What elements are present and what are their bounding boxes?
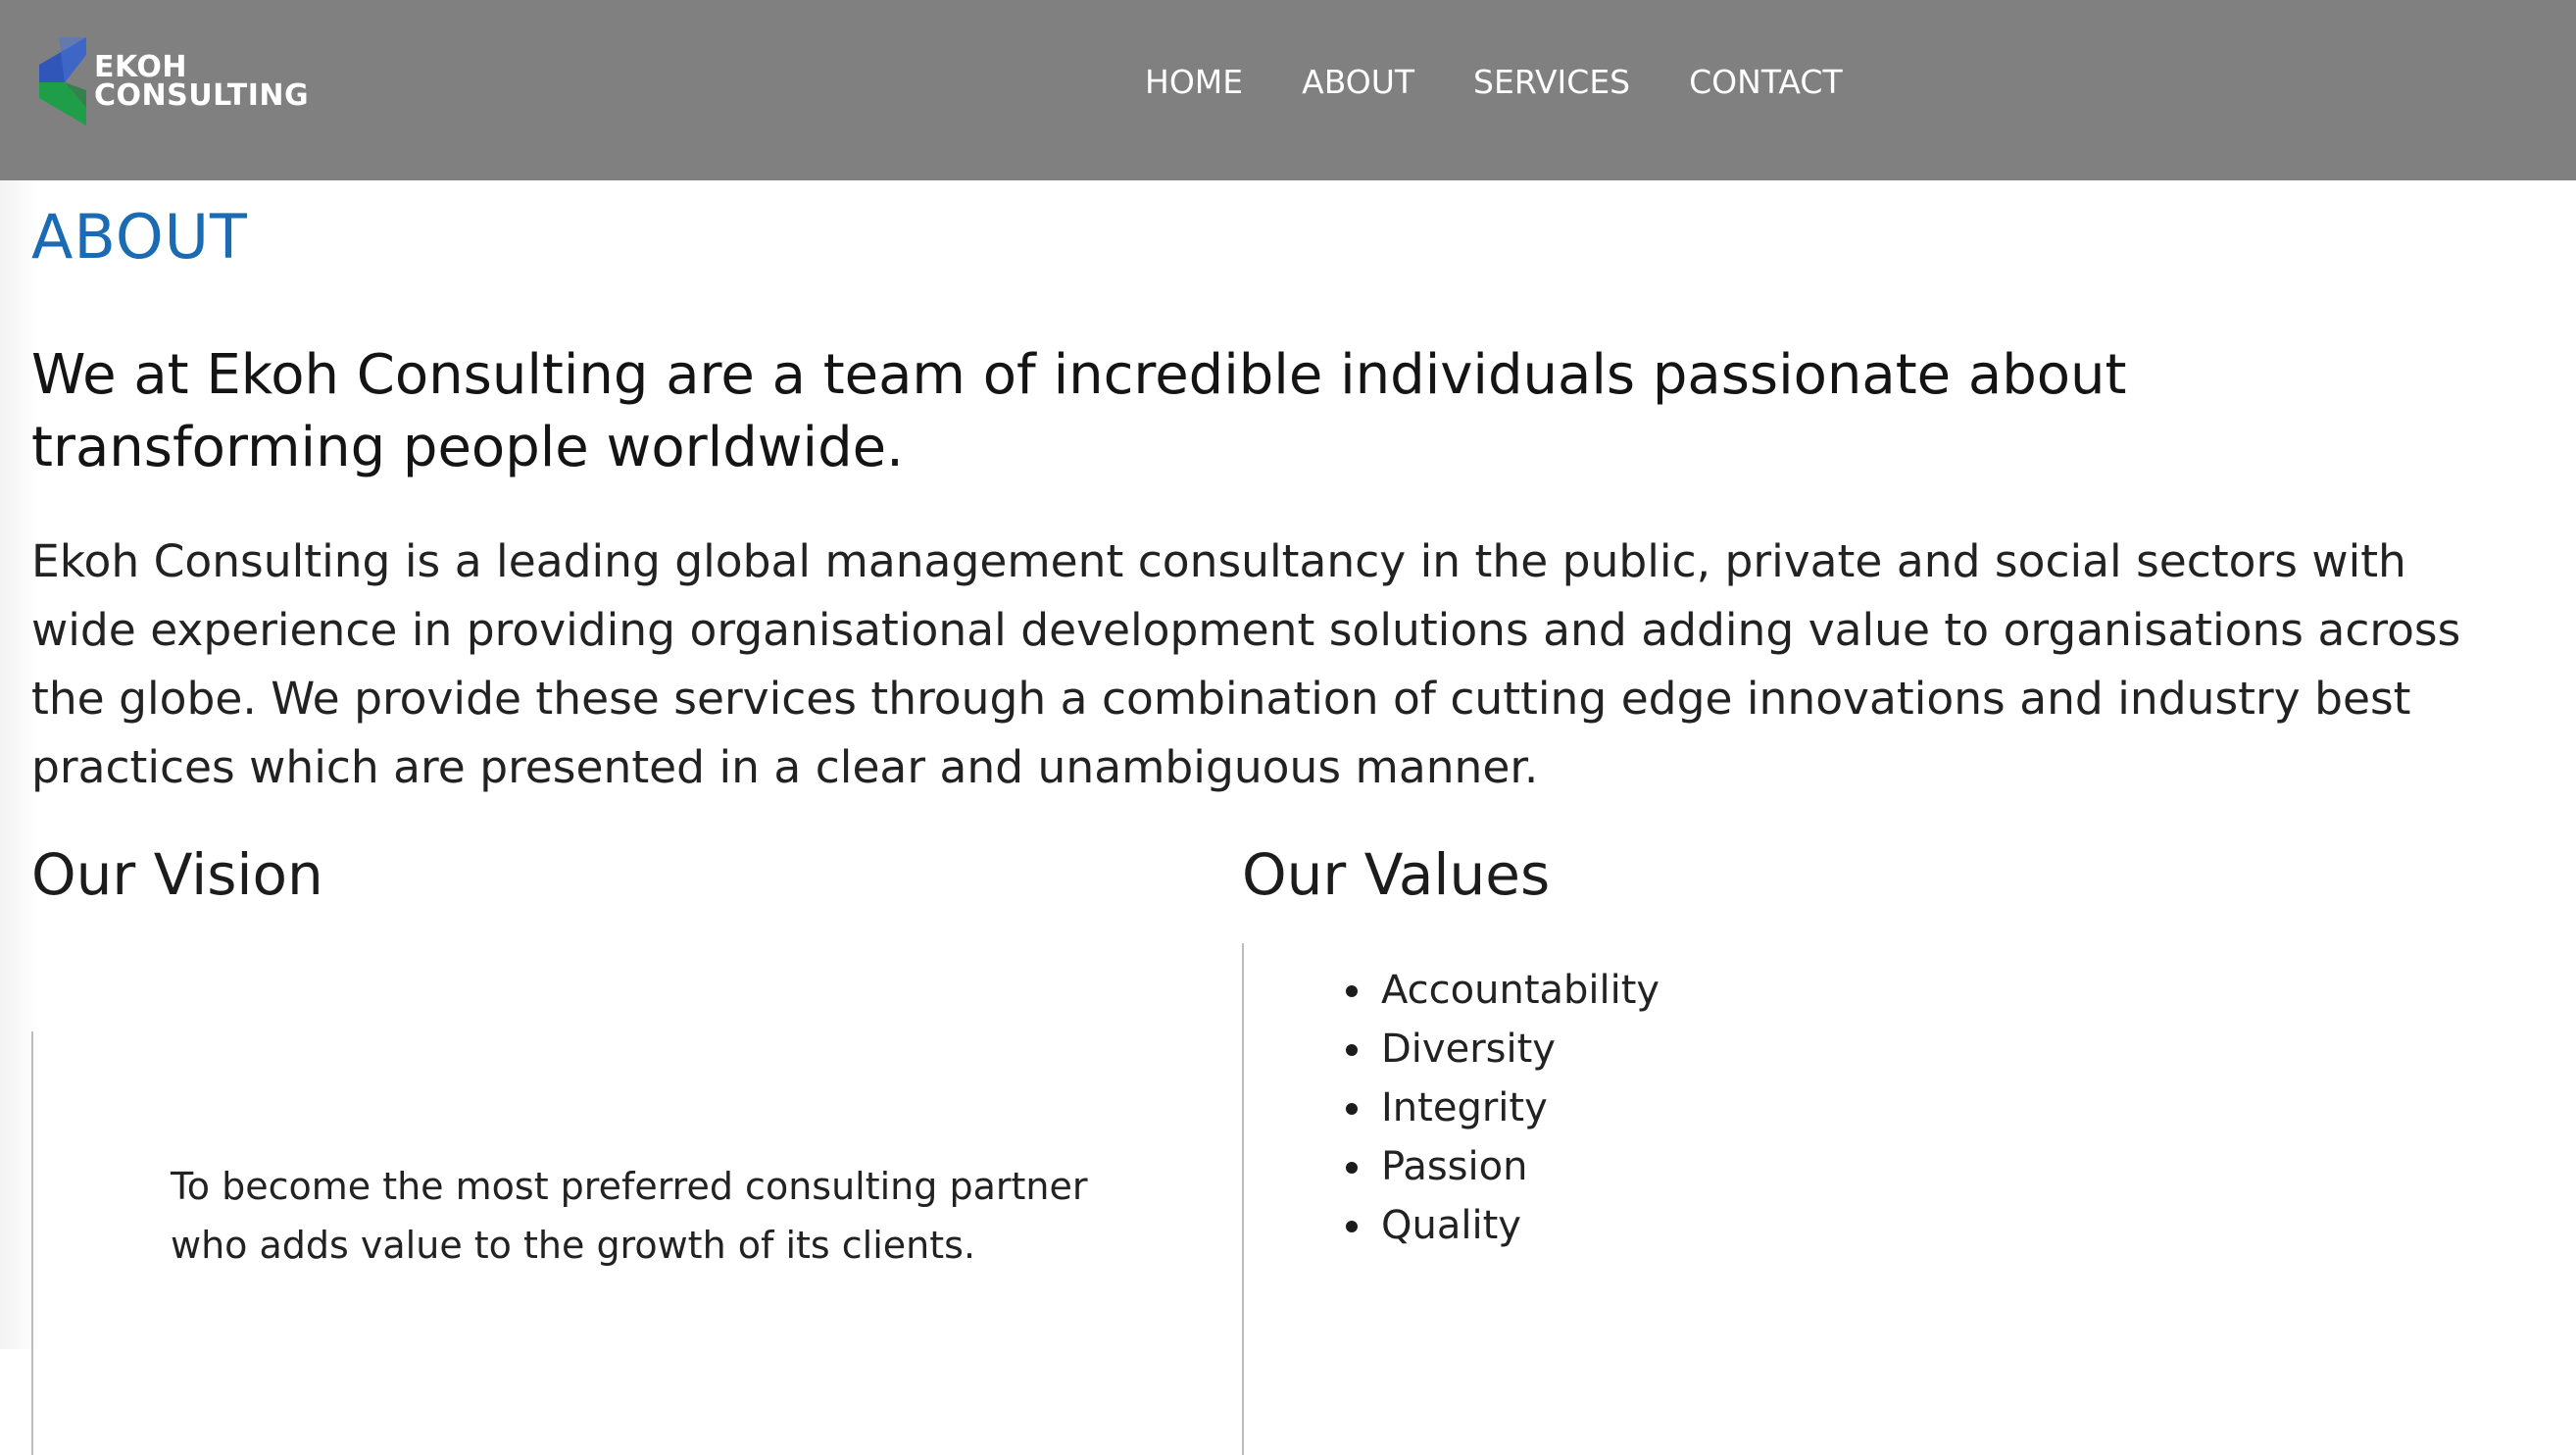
nav-home-link[interactable]: HOME bbox=[1145, 61, 1243, 104]
values-list-item-diversity: Diversity bbox=[1244, 1020, 1660, 1079]
nav-contact-link[interactable]: CONTACT bbox=[1689, 61, 1843, 104]
vision-text: To become the most preferred consulting … bbox=[171, 1165, 1088, 1267]
values-list-item-quality: Quality bbox=[1244, 1196, 1660, 1255]
values-list-item-integrity: Integrity bbox=[1244, 1079, 1660, 1137]
site-header: EKOH CONSULTING HOME ABOUT SERVICES CONT… bbox=[0, 0, 2576, 180]
logo-mark-icon bbox=[39, 37, 86, 125]
vision-heading: Our Vision bbox=[31, 841, 323, 908]
main-nav: HOME ABOUT SERVICES CONTACT bbox=[1145, 61, 1902, 104]
values-list-item-accountability: Accountability bbox=[1244, 961, 1660, 1020]
logo-line-consulting: CONSULTING bbox=[94, 78, 310, 113]
nav-about-link[interactable]: ABOUT bbox=[1302, 61, 1414, 104]
page-title: ABOUT bbox=[31, 201, 248, 273]
values-list-item-passion: Passion bbox=[1244, 1137, 1660, 1196]
about-intro-paragraph: Ekoh Consulting is a leading global mana… bbox=[31, 535, 2461, 793]
ekoh-logo[interactable]: EKOH CONSULTING bbox=[39, 37, 309, 125]
nav-services-link[interactable]: SERVICES bbox=[1473, 61, 1630, 104]
values-heading: Our Values bbox=[1242, 841, 1551, 908]
logo-line-ekoh: EKOH bbox=[94, 50, 188, 84]
values-block: Accountability Diversity Integrity Passi… bbox=[1242, 943, 2124, 1455]
values-list: Accountability Diversity Integrity Passi… bbox=[1244, 943, 1660, 1255]
about-lead-heading: We at Ekoh Consulting are a team of incr… bbox=[31, 343, 2127, 479]
logo-wordmark: EKOH CONSULTING bbox=[94, 50, 310, 113]
vision-quote: To become the most preferred consulting … bbox=[31, 1031, 1188, 1455]
